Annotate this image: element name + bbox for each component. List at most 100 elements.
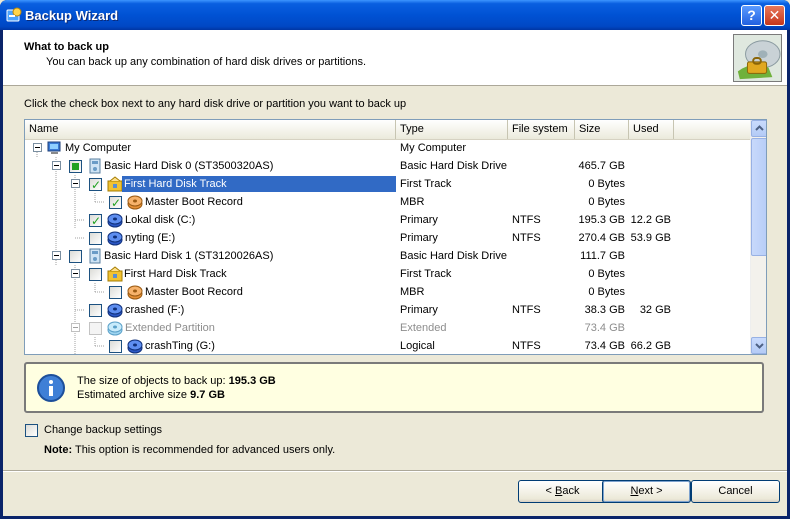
- window-title: Backup Wizard: [25, 8, 119, 23]
- tree-row-mbr-0[interactable]: Master Boot Record MBR 0 Bytes: [25, 193, 750, 212]
- row-type: Primary: [400, 214, 438, 226]
- row-size: 73.4 GB: [584, 340, 625, 352]
- column-size[interactable]: Size: [575, 120, 629, 139]
- change-settings-label[interactable]: Change backup settings: [44, 424, 162, 436]
- cancel-button[interactable]: Cancel: [691, 480, 780, 503]
- track-icon: [107, 266, 123, 282]
- backup-size-line: The size of objects to back up: 195.3 GB: [77, 375, 276, 387]
- row-name: Master Boot Record: [145, 286, 243, 298]
- tree-row-first-track-1[interactable]: First Hard Disk Track First Track 0 Byte…: [25, 265, 750, 283]
- disk-1-checkbox[interactable]: [69, 250, 82, 263]
- chevron-down-icon: [755, 343, 764, 349]
- row-size: 111.7 GB: [580, 250, 625, 262]
- tree-row-lokal-disk-c[interactable]: Lokal disk (C:) Primary NTFS 195.3 GB 12…: [25, 211, 750, 230]
- title-bar[interactable]: Backup Wizard ? ✕: [0, 0, 790, 30]
- tree-row-first-track-0[interactable]: First Hard Disk Track First Track 0 Byte…: [25, 175, 750, 194]
- row-name: First Hard Disk Track: [124, 268, 227, 280]
- mbr-0-checkbox[interactable]: [109, 194, 122, 212]
- backup-wizard-window: Backup Wizard ? ✕ What to back up You ca…: [0, 0, 790, 519]
- row-type: Extended: [400, 322, 447, 334]
- row-name: crashed (F:): [125, 304, 185, 316]
- row-name: Lokal disk (C:): [125, 214, 196, 226]
- row-size: 195.3 GB: [578, 214, 625, 226]
- crashed-f-checkbox[interactable]: [89, 304, 102, 317]
- crashting-g-checkbox[interactable]: [109, 340, 122, 353]
- column-used[interactable]: Used: [629, 120, 674, 139]
- column-name[interactable]: Name: [25, 120, 396, 139]
- first-track-0-checkbox[interactable]: [89, 176, 102, 194]
- row-size: 38.3 GB: [584, 304, 625, 316]
- next-button[interactable]: Next >: [602, 480, 691, 503]
- row-type: Logical: [400, 340, 435, 352]
- scroll-up-button[interactable]: [751, 120, 766, 137]
- back-prefix: <: [545, 485, 555, 497]
- row-size: 0 Bytes: [588, 178, 625, 190]
- instruction-text: Click the check box next to any hard dis…: [24, 98, 407, 110]
- change-settings-checkbox[interactable]: [25, 424, 38, 437]
- collapse-icon[interactable]: [52, 251, 61, 260]
- row-type: My Computer: [400, 142, 467, 154]
- column-file-system[interactable]: File system: [508, 120, 575, 139]
- hard-disk-icon: [89, 158, 101, 174]
- disk-tree[interactable]: Name Type File system Size Used My Compu…: [24, 119, 767, 355]
- scroll-thumb[interactable]: [751, 138, 766, 256]
- archive-size-line: Estimated archive size 9.7 GB: [77, 389, 225, 401]
- computer-icon: [47, 141, 61, 154]
- extended-partition-checkbox: [89, 322, 102, 335]
- tree-row-disk-1[interactable]: Basic Hard Disk 1 (ST3120026AS) Basic Ha…: [25, 247, 750, 265]
- page-subtitle: You can back up any combination of hard …: [46, 56, 366, 68]
- row-used: 12.2 GB: [630, 214, 671, 226]
- collapse-icon[interactable]: [71, 179, 80, 188]
- info-icon: [37, 374, 65, 402]
- tree-column-header: Name Type File system Size Used: [25, 120, 750, 140]
- row-size: 270.4 GB: [578, 232, 625, 244]
- row-size: 0 Bytes: [588, 268, 625, 280]
- tree-row-crashed-f[interactable]: crashed (F:) Primary NTFS 38.3 GB 32 GB: [25, 301, 750, 319]
- collapse-icon[interactable]: [52, 161, 61, 170]
- disk-0-checkbox[interactable]: [69, 160, 82, 173]
- note-label: Note:: [44, 444, 73, 456]
- row-name: Extended Partition: [125, 322, 215, 334]
- row-type: First Track: [400, 268, 452, 280]
- archive-size-label: Estimated archive size: [77, 389, 188, 401]
- tree-row-nyting-e[interactable]: nyting (E:) Primary NTFS 270.4 GB 53.9 G…: [25, 229, 750, 247]
- backup-size-value: 195.3 GB: [228, 375, 276, 387]
- row-name: First Hard Disk Track: [124, 178, 227, 190]
- help-button[interactable]: ?: [741, 5, 762, 26]
- wizard-client-area: What to back up You can back up any comb…: [3, 30, 787, 516]
- tree-row-crashting-g[interactable]: crashTing (G:) Logical NTFS 73.4 GB 66.2…: [25, 337, 750, 354]
- collapse-icon[interactable]: [71, 269, 80, 278]
- row-file-system: NTFS: [512, 304, 541, 316]
- tree-row-disk-0[interactable]: Basic Hard Disk 0 (ST3500320AS) Basic Ha…: [25, 157, 750, 175]
- row-size: 73.4 GB: [584, 322, 625, 334]
- tree-vertical-scrollbar[interactable]: [750, 120, 766, 354]
- summary-info-panel: The size of objects to back up: 195.3 GB…: [24, 362, 764, 413]
- hard-disk-icon: [89, 248, 101, 264]
- row-size: 0 Bytes: [588, 286, 625, 298]
- row-file-system: NTFS: [512, 214, 541, 226]
- footer-divider: [3, 470, 787, 472]
- lokal-disk-c-checkbox[interactable]: [89, 212, 102, 230]
- column-type[interactable]: Type: [396, 120, 508, 139]
- tree-row-mbr-1[interactable]: Master Boot Record MBR 0 Bytes: [25, 283, 750, 301]
- row-name: Master Boot Record: [145, 196, 243, 208]
- extended-partition-icon: [107, 321, 123, 336]
- tree-row-extended-partition: Extended Partition Extended 73.4 GB: [25, 319, 750, 337]
- chevron-up-icon: [755, 125, 764, 131]
- wizard-app-icon: [6, 7, 22, 22]
- close-button[interactable]: ✕: [764, 5, 785, 26]
- first-track-1-checkbox[interactable]: [89, 268, 102, 281]
- back-button[interactable]: < Back: [518, 480, 607, 503]
- row-type: MBR: [400, 286, 425, 298]
- nyting-e-checkbox[interactable]: [89, 232, 102, 245]
- row-name: crashTing (G:): [145, 340, 215, 352]
- row-type: Basic Hard Disk Drive: [400, 250, 507, 262]
- backup-disc-icon: [733, 34, 782, 82]
- collapse-icon[interactable]: [33, 143, 42, 152]
- partition-icon: [107, 303, 123, 318]
- mbr-1-checkbox[interactable]: [109, 286, 122, 299]
- page-title: What to back up: [24, 41, 109, 53]
- tree-row-my-computer[interactable]: My Computer My Computer: [25, 139, 750, 157]
- next-label-rest: ext >: [638, 485, 663, 497]
- scroll-down-button[interactable]: [751, 337, 766, 354]
